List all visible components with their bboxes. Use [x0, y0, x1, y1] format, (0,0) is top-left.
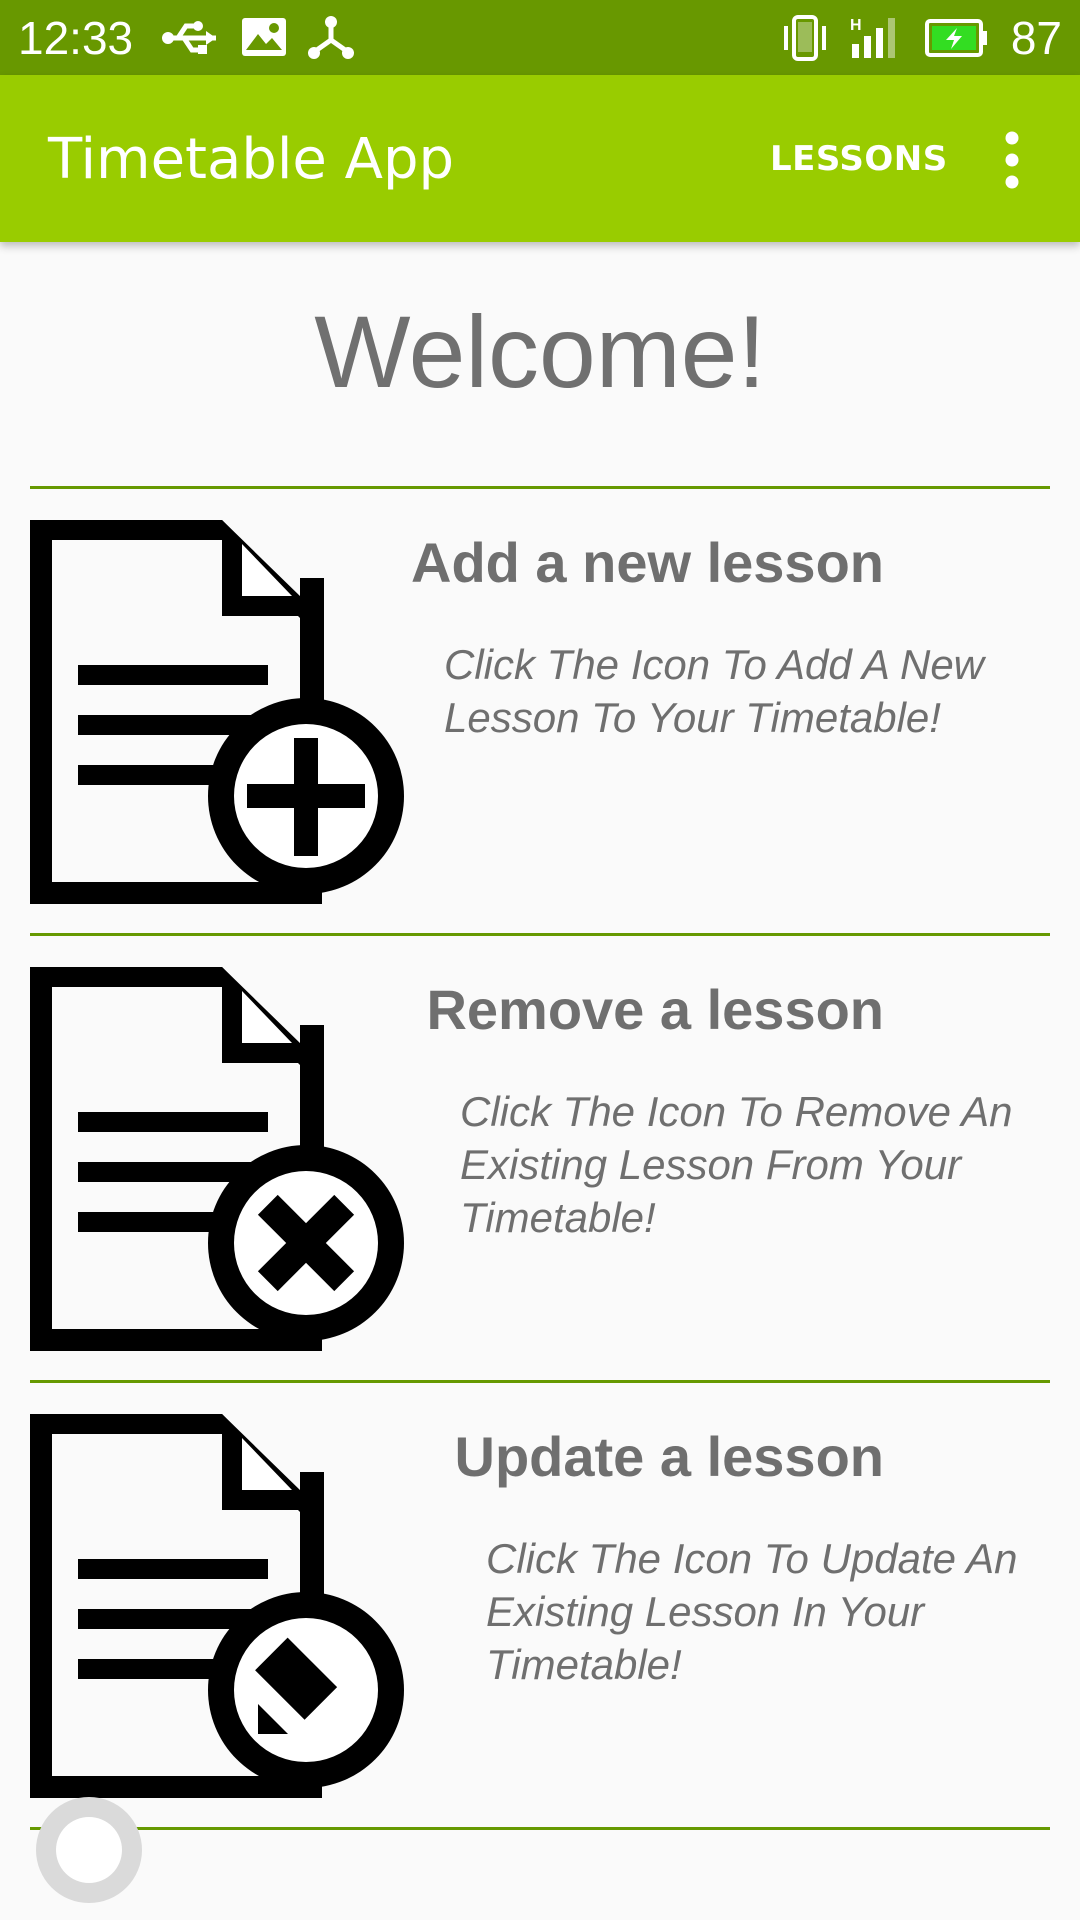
update-lesson-description: Click The Icon To Update An Existing Les…: [486, 1535, 1018, 1688]
app-bar: Timetable App LESSONS: [0, 75, 1080, 242]
status-time: 12:33: [18, 12, 134, 64]
vibrate-icon: [784, 15, 826, 61]
divider: [30, 933, 1050, 936]
svg-text:H: H: [850, 17, 862, 34]
signal-icon: H: [850, 17, 895, 58]
divider: [30, 1380, 1050, 1383]
divider: [30, 1827, 1050, 1830]
app-title: Timetable App: [48, 127, 455, 192]
image-icon: [242, 18, 286, 56]
add-document-icon[interactable]: [30, 520, 414, 904]
battery-charging-icon: [925, 19, 987, 57]
remove-lesson-title: Remove a lesson: [426, 978, 884, 1041]
remove-lesson-description: Click The Icon To Remove An Existing Les…: [460, 1088, 1013, 1241]
remove-lesson-row: Remove a lesson Click The Icon To Remove…: [0, 967, 1080, 1407]
status-bar: 12:33 H 87: [0, 0, 1080, 75]
divider: [30, 486, 1050, 489]
lessons-button[interactable]: LESSONS: [770, 137, 948, 181]
share-icon: [308, 16, 354, 59]
battery-level: 87: [1010, 12, 1062, 64]
more-vert-icon[interactable]: [990, 130, 1034, 190]
update-lesson-title: Update a lesson: [454, 1425, 884, 1488]
usb-icon: [162, 21, 216, 54]
welcome-heading: Welcome!: [314, 295, 766, 409]
remove-document-icon[interactable]: [30, 967, 414, 1351]
add-lesson-title: Add a new lesson: [411, 531, 884, 594]
update-lesson-row: Update a lesson Click The Icon To Update…: [0, 1414, 1080, 1854]
add-lesson-description: Click The Icon To Add A New Lesson To Yo…: [444, 641, 985, 741]
floating-ring-button[interactable]: [36, 1797, 142, 1903]
add-lesson-row: Add a new lesson Click The Icon To Add A…: [0, 520, 1080, 960]
edit-document-icon[interactable]: [30, 1414, 414, 1798]
